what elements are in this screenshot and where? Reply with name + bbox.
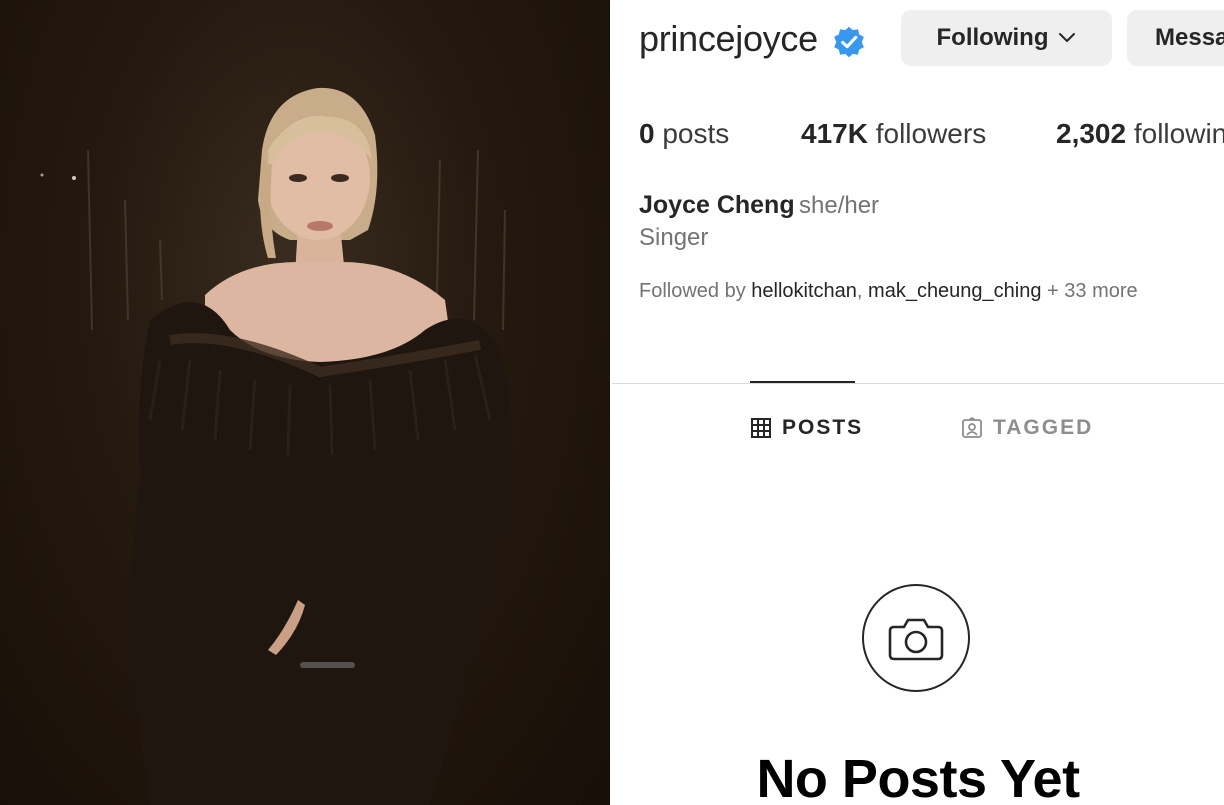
- profile-bio: Singer: [639, 224, 709, 251]
- empty-state-camera: [862, 584, 970, 692]
- profile-full-name: Joyce Cheng: [639, 191, 795, 219]
- posts-label: posts: [662, 118, 730, 149]
- active-tab-indicator: [750, 381, 855, 383]
- followed-by-prefix: Followed by: [639, 280, 752, 302]
- verified-badge-icon: [834, 26, 864, 58]
- tab-posts[interactable]: POSTS: [750, 416, 863, 440]
- followed-by-text[interactable]: Followed by hellokitchan, mak_cheung_chi…: [639, 280, 1138, 303]
- profile-pronouns: she/her: [799, 192, 880, 219]
- followers-label: followers: [875, 118, 987, 149]
- tabs-divider: [612, 383, 1224, 384]
- followed-by-separator: ,: [856, 280, 869, 302]
- profile-photo: [0, 0, 610, 805]
- tab-tagged[interactable]: TAGGED: [961, 416, 1093, 440]
- tab-tagged-label: TAGGED: [993, 416, 1094, 439]
- followers-count: 417K: [801, 118, 868, 149]
- posts-stat: 0 posts: [639, 118, 729, 150]
- followers-stat[interactable]: 417K followers: [801, 118, 986, 150]
- following-button[interactable]: Following: [901, 10, 1112, 66]
- profile-panel: princejoyce Following Messa 0 posts 417K…: [612, 0, 1224, 805]
- tagged-icon: [962, 417, 982, 438]
- person-portrait-image: [40, 87, 512, 805]
- profile-username: princejoyce: [639, 18, 818, 59]
- message-button-label: Messa: [1155, 24, 1224, 51]
- tab-posts-label: POSTS: [782, 416, 864, 439]
- camera-icon: [888, 618, 944, 661]
- following-count: 2,302: [1056, 118, 1127, 149]
- message-button[interactable]: Messa: [1127, 10, 1224, 66]
- followed-by-account-1[interactable]: hellokitchan: [751, 280, 857, 302]
- chevron-down-icon: [1059, 33, 1076, 42]
- following-button-label: Following: [936, 24, 1049, 51]
- following-label: followin: [1133, 118, 1224, 149]
- following-stat[interactable]: 2,302 followin: [1056, 118, 1224, 150]
- empty-state-title: No Posts Yet: [756, 749, 1080, 805]
- followed-by-suffix: + 33 more: [1041, 280, 1138, 302]
- grid-icon: [751, 418, 771, 438]
- posts-count: 0: [639, 118, 655, 149]
- followed-by-account-2[interactable]: mak_cheung_ching: [868, 280, 1041, 302]
